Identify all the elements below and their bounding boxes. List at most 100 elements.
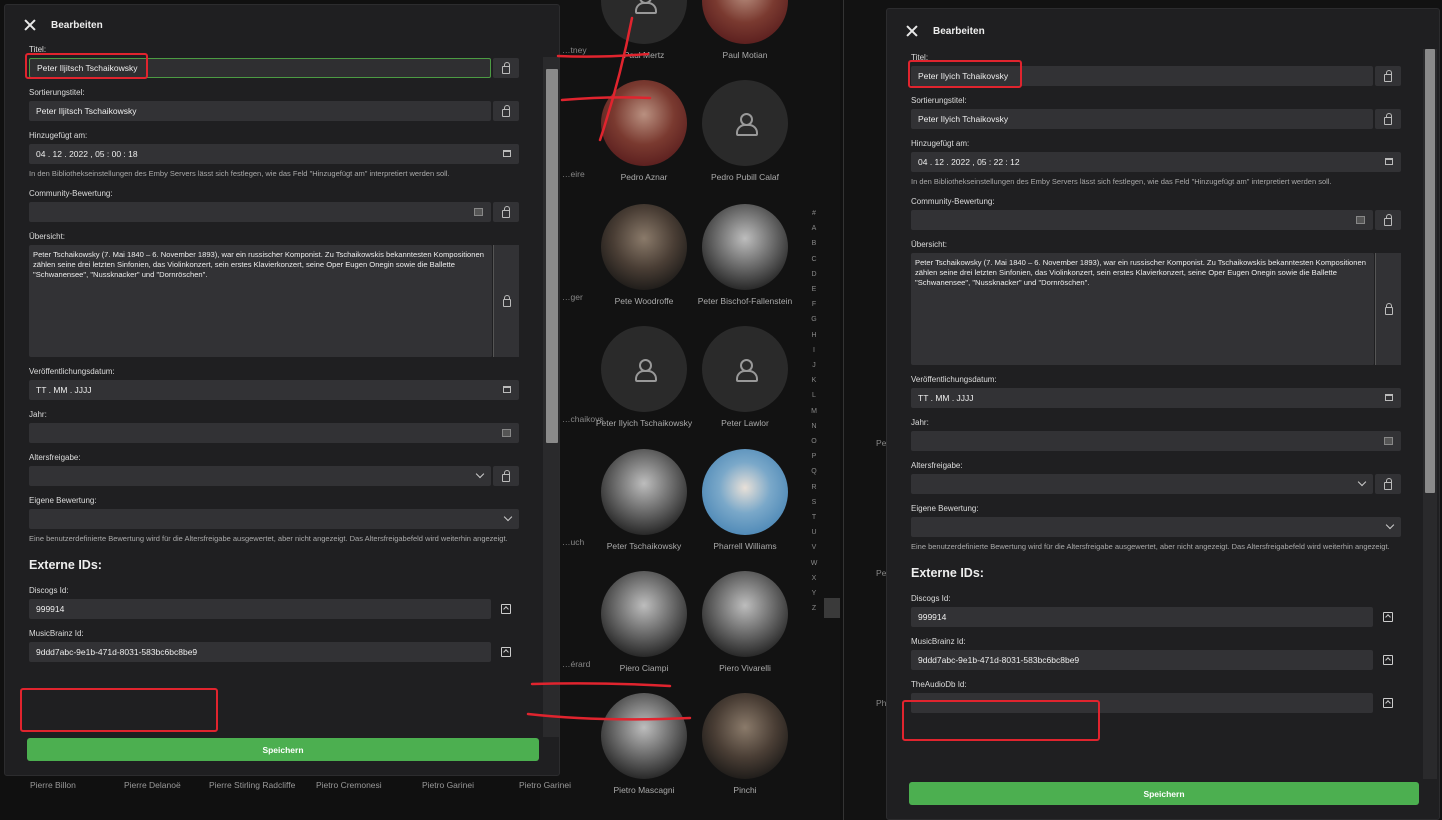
calendar-icon[interactable]: [1385, 394, 1393, 401]
person-card[interactable]: Paul Mertz: [594, 0, 694, 60]
custom-rating-help: Eine benutzerdefinierte Bewertung wird f…: [911, 542, 1390, 551]
custom-rating-select[interactable]: [911, 517, 1401, 537]
alphabet-letter[interactable]: G: [808, 312, 820, 327]
person-card[interactable]: Pete Woodroffe: [594, 204, 694, 306]
discogs-id-input[interactable]: 999914: [911, 607, 1373, 627]
alphabet-letter[interactable]: C: [808, 252, 820, 267]
person-card[interactable]: Peter Tschaikowsky: [594, 449, 694, 551]
alphabet-letter[interactable]: M: [808, 404, 820, 419]
person-card[interactable]: Pharrell Williams: [695, 449, 795, 551]
sort-title-lock-button[interactable]: [1375, 109, 1401, 129]
community-rating-input[interactable]: [29, 202, 491, 222]
spinner-icon[interactable]: [474, 208, 483, 216]
person-card[interactable]: Pedro Aznar: [594, 80, 694, 182]
sort-title-input[interactable]: Peter Iljitsch Tschaikowsky: [29, 101, 491, 121]
close-icon[interactable]: [23, 18, 37, 32]
person-card[interactable]: Piero Vivarelli: [695, 571, 795, 673]
discogs-open-button[interactable]: [1375, 607, 1401, 627]
scroll-thumb[interactable]: [1425, 49, 1435, 493]
alphabet-letter[interactable]: F: [808, 297, 820, 312]
alphabet-letter[interactable]: J: [808, 358, 820, 373]
release-date-input[interactable]: TT . MM . JJJJ: [29, 380, 519, 400]
alphabet-letter[interactable]: I: [808, 343, 820, 358]
audiodb-id-input[interactable]: [911, 693, 1373, 713]
close-icon[interactable]: [905, 24, 919, 38]
community-rating-lock-button[interactable]: [1375, 210, 1401, 230]
alphabet-letter[interactable]: U: [808, 525, 820, 540]
alphabet-letter[interactable]: A: [808, 221, 820, 236]
musicbrainz-id-input[interactable]: 9ddd7abc-9e1b-471d-8031-583bc6bc8be9: [911, 650, 1373, 670]
alphabet-letter[interactable]: D: [808, 267, 820, 282]
scroll-thumb[interactable]: [546, 69, 558, 443]
alphabet-letter[interactable]: X: [808, 571, 820, 586]
alphabet-letter[interactable]: K: [808, 373, 820, 388]
alphabet-letter[interactable]: Y: [808, 586, 820, 601]
discogs-open-button[interactable]: [493, 599, 519, 619]
scrollbar[interactable]: [1423, 49, 1437, 779]
alphabet-letter[interactable]: Q: [808, 464, 820, 479]
spinner-icon[interactable]: [1356, 216, 1365, 224]
overview-lock-button[interactable]: [493, 245, 519, 357]
date-added-input[interactable]: 04 . 12 . 2022 , 05 : 22 : 12: [911, 152, 1401, 172]
musicbrainz-open-button[interactable]: [493, 642, 519, 662]
alphabet-letter[interactable]: P: [808, 449, 820, 464]
parental-rating-select[interactable]: [29, 466, 491, 486]
alphabet-letter[interactable]: L: [808, 388, 820, 403]
audiodb-open-button[interactable]: [1375, 693, 1401, 713]
discogs-id-input[interactable]: 999914: [29, 599, 491, 619]
overview-textarea[interactable]: Peter Tschaikowsky (7. Mai 1840 – 6. Nov…: [911, 253, 1375, 365]
alphabet-letter[interactable]: S: [808, 495, 820, 510]
date-added-input[interactable]: 04 . 12 . 2022 , 05 : 00 : 18: [29, 144, 519, 164]
avatar: [702, 80, 788, 166]
overview-lock-button[interactable]: [1375, 253, 1401, 365]
save-button[interactable]: Speichern: [909, 782, 1419, 805]
spinner-icon[interactable]: [1384, 437, 1393, 445]
overview-textarea[interactable]: Peter Tschaikowsky (7. Mai 1840 – 6. Nov…: [29, 245, 493, 357]
alphabet-scroll-thumb[interactable]: [824, 598, 840, 618]
title-lock-button[interactable]: [493, 58, 519, 78]
sort-title-label: Sortierungstitel:: [911, 96, 967, 105]
title-lock-button[interactable]: [1375, 66, 1401, 86]
person-card[interactable]: Peter Bischof-Fallenstein: [695, 204, 795, 306]
alphabet-jump-list[interactable]: # A B C D E F G H I J K L M N O P Q R S T U V W X Y Z: [808, 206, 820, 616]
alphabet-letter[interactable]: T: [808, 510, 820, 525]
year-input[interactable]: [29, 423, 519, 443]
sort-title-input[interactable]: Peter Ilyich Tchaikovsky: [911, 109, 1373, 129]
scrollbar[interactable]: [543, 57, 559, 737]
alphabet-letter[interactable]: N: [808, 419, 820, 434]
person-card[interactable]: Peter Ilyich Tschaikowsky: [594, 326, 694, 428]
alphabet-letter[interactable]: Z: [808, 601, 820, 616]
custom-rating-select[interactable]: [29, 509, 519, 529]
calendar-icon[interactable]: [1385, 158, 1393, 165]
alphabet-letter[interactable]: W: [808, 556, 820, 571]
release-date-input[interactable]: TT . MM . JJJJ: [911, 388, 1401, 408]
alphabet-letter[interactable]: R: [808, 480, 820, 495]
community-rating-input[interactable]: [911, 210, 1373, 230]
musicbrainz-open-button[interactable]: [1375, 650, 1401, 670]
alphabet-letter[interactable]: #: [808, 206, 820, 221]
community-rating-lock-button[interactable]: [493, 202, 519, 222]
alphabet-letter[interactable]: H: [808, 328, 820, 343]
spinner-icon[interactable]: [502, 429, 511, 437]
alphabet-letter[interactable]: O: [808, 434, 820, 449]
alphabet-letter[interactable]: V: [808, 540, 820, 555]
person-card[interactable]: Pietro Mascagni: [594, 693, 694, 795]
parental-rating-select[interactable]: [911, 474, 1373, 494]
calendar-icon[interactable]: [503, 386, 511, 393]
person-card[interactable]: Paul Motian: [695, 0, 795, 60]
parental-rating-lock-button[interactable]: [1375, 474, 1401, 494]
title-input[interactable]: Peter Iljitsch Tschaikowsky: [29, 58, 491, 78]
title-input[interactable]: Peter Ilyich Tchaikovsky: [911, 66, 1373, 86]
person-card[interactable]: Piero Ciampi: [594, 571, 694, 673]
calendar-icon[interactable]: [503, 150, 511, 157]
sort-title-lock-button[interactable]: [493, 101, 519, 121]
musicbrainz-id-input[interactable]: 9ddd7abc-9e1b-471d-8031-583bc6bc8be9: [29, 642, 491, 662]
alphabet-letter[interactable]: E: [808, 282, 820, 297]
person-card[interactable]: Peter Lawlor: [695, 326, 795, 428]
alphabet-letter[interactable]: B: [808, 236, 820, 251]
save-button[interactable]: Speichern: [27, 738, 539, 761]
person-card[interactable]: Pinchi: [695, 693, 795, 795]
person-card[interactable]: Pedro Pubill Calaf: [695, 80, 795, 182]
year-input[interactable]: [911, 431, 1401, 451]
parental-rating-lock-button[interactable]: [493, 466, 519, 486]
